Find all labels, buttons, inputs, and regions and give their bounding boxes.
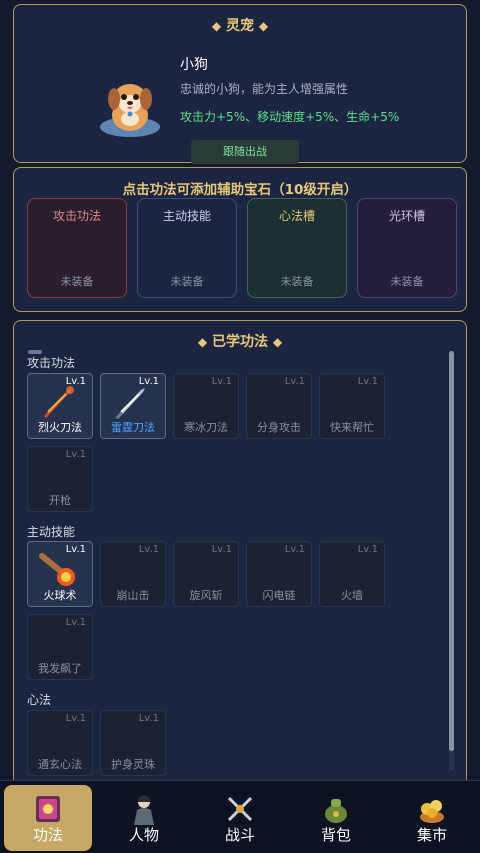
fire-blade-icon — [38, 382, 78, 422]
scrollbar[interactable] — [449, 351, 454, 771]
slot-state: 未装备 — [60, 275, 94, 288]
diamond-icon: ◆ — [272, 335, 283, 349]
fireball-icon — [38, 550, 78, 590]
skill-name: 通玄心法 — [38, 758, 82, 771]
bag-icon — [320, 793, 352, 825]
skill-card[interactable]: Lv.1 雷霆刀法 — [100, 373, 166, 439]
slot-name: 主动技能 — [162, 209, 211, 223]
slot-state: 未装备 — [390, 275, 424, 288]
character-icon — [128, 793, 160, 825]
skill-card[interactable]: Lv.1 崩山击 — [100, 541, 166, 607]
nav-bag[interactable]: 背包 — [292, 785, 380, 851]
skill-card[interactable]: Lv.1 开枪 — [27, 446, 93, 512]
follow-battle-button[interactable]: 跟随出战 — [191, 140, 299, 164]
learned-title: 已学功法 — [212, 334, 268, 350]
gem-slots-panel: 点击功法可添加辅助宝石（10级开启） 攻击功法 未装备 主动技能 未装备 心法槽… — [13, 167, 467, 312]
scroll-thumb[interactable] — [449, 351, 454, 751]
skill-level: Lv.1 — [65, 617, 86, 628]
nav-label: 功法 — [32, 826, 63, 844]
slot-state: 未装备 — [170, 275, 204, 288]
slot-name: 攻击功法 — [52, 209, 101, 223]
skill-name: 雷霆刀法 — [111, 421, 155, 434]
skill-level: Lv.1 — [357, 544, 378, 555]
skill-card[interactable]: Lv.1 分身攻击 — [246, 373, 312, 439]
nav-label: 背包 — [320, 826, 351, 844]
skill-level: Lv.1 — [284, 376, 305, 387]
skill-level: Lv.1 — [284, 544, 305, 555]
skill-name: 分身攻击 — [257, 421, 301, 434]
slot-attack-skill[interactable]: 攻击功法 未装备 — [27, 198, 127, 298]
skill-name: 火球术 — [43, 589, 77, 602]
skill-level: Lv.1 — [211, 544, 232, 555]
skill-name: 护身灵珠 — [111, 758, 155, 771]
skill-card[interactable]: Lv.1 旋风斩 — [173, 541, 239, 607]
skill-card[interactable]: Lv.1 护身灵珠 — [100, 710, 166, 776]
market-icon — [416, 793, 448, 825]
skill-level: Lv.1 — [65, 376, 86, 387]
nav-character[interactable]: 人物 — [100, 785, 188, 851]
skill-level: Lv.1 — [138, 544, 159, 555]
nav-label: 集市 — [416, 826, 447, 844]
skill-name: 崩山击 — [116, 589, 150, 602]
skill-level: Lv.1 — [65, 544, 86, 555]
skill-card[interactable]: Lv.1 寒冰刀法 — [173, 373, 239, 439]
section-heart-label: 心法 — [27, 693, 52, 707]
pet-title: 灵宠 — [226, 18, 254, 34]
slot-name: 心法槽 — [278, 209, 315, 223]
diamond-icon: ◆ — [197, 335, 208, 349]
slot-aura[interactable]: 光环槽 未装备 — [357, 198, 457, 298]
skill-name: 烈火刀法 — [38, 421, 82, 434]
skill-name: 旋风斩 — [189, 589, 223, 602]
slot-name: 光环槽 — [388, 209, 425, 223]
learned-title-row: ◆ 已学功法 ◆ — [14, 331, 466, 351]
skill-level: Lv.1 — [138, 376, 159, 387]
crossed-swords-icon — [224, 793, 256, 825]
skill-card[interactable]: Lv.1 通玄心法 — [27, 710, 93, 776]
section-active-label: 主动技能 — [27, 525, 76, 539]
nav-label: 战斗 — [224, 826, 255, 844]
skill-level: Lv.1 — [65, 449, 86, 460]
skill-card[interactable]: Lv.1 快来帮忙 — [319, 373, 385, 439]
skill-name: 我发飙了 — [38, 662, 82, 675]
skill-book-icon — [32, 793, 64, 825]
nav-skills[interactable]: 功法 — [4, 785, 92, 851]
bottom-nav: 功法 人物 战斗 背包 集市 — [0, 780, 480, 853]
gem-slots-title: 点击功法可添加辅助宝石（10级开启） — [122, 182, 358, 198]
nav-label: 人物 — [128, 826, 159, 844]
skill-name: 火墙 — [341, 589, 363, 602]
skill-level: Lv.1 — [211, 376, 232, 387]
diamond-icon: ◆ — [211, 19, 222, 33]
pet-name: 小狗 — [180, 57, 208, 73]
nav-market[interactable]: 集市 — [388, 785, 476, 851]
skill-name: 闪电链 — [262, 589, 296, 602]
pet-description: 忠诚的小狗，能为主人增强属性 — [180, 82, 349, 96]
section-attack-label: 攻击功法 — [27, 356, 76, 370]
slot-active-skill[interactable]: 主动技能 未装备 — [137, 198, 237, 298]
skill-level: Lv.1 — [65, 713, 86, 724]
pet-title-row: ◆ 灵宠 ◆ — [14, 15, 466, 35]
nav-battle[interactable]: 战斗 — [196, 785, 284, 851]
skill-level: Lv.1 — [357, 376, 378, 387]
skill-card[interactable]: Lv.1 火球术 — [27, 541, 93, 607]
skill-card[interactable]: Lv.1 火墙 — [319, 541, 385, 607]
pet-bonus: 攻击力+5%、移动速度+5%、生命+5% — [180, 110, 400, 124]
slot-state: 未装备 — [280, 275, 314, 288]
slot-heart-method[interactable]: 心法槽 未装备 — [247, 198, 347, 298]
dog-pet-icon[interactable] — [96, 75, 164, 141]
pet-panel: ◆ 灵宠 ◆ 小狗 忠诚的小狗，能为主人增强属性 攻击力+5%、移动速度+5%、… — [13, 4, 467, 164]
thunder-blade-icon — [111, 382, 151, 422]
skill-name: 寒冰刀法 — [184, 421, 228, 434]
skill-card[interactable]: Lv.1 烈火刀法 — [27, 373, 93, 439]
skill-card[interactable]: Lv.1 我发飙了 — [27, 614, 93, 680]
skill-name: 快来帮忙 — [330, 421, 374, 434]
skill-name: 开枪 — [49, 494, 71, 507]
diamond-icon: ◆ — [258, 19, 269, 33]
skill-level: Lv.1 — [138, 713, 159, 724]
learned-skills-panel[interactable]: ◆ 已学功法 ◆ 攻击功法 Lv.1 烈火刀法 Lv.1 雷霆刀法 Lv.1 寒… — [13, 320, 467, 790]
skill-card[interactable]: Lv.1 闪电链 — [246, 541, 312, 607]
